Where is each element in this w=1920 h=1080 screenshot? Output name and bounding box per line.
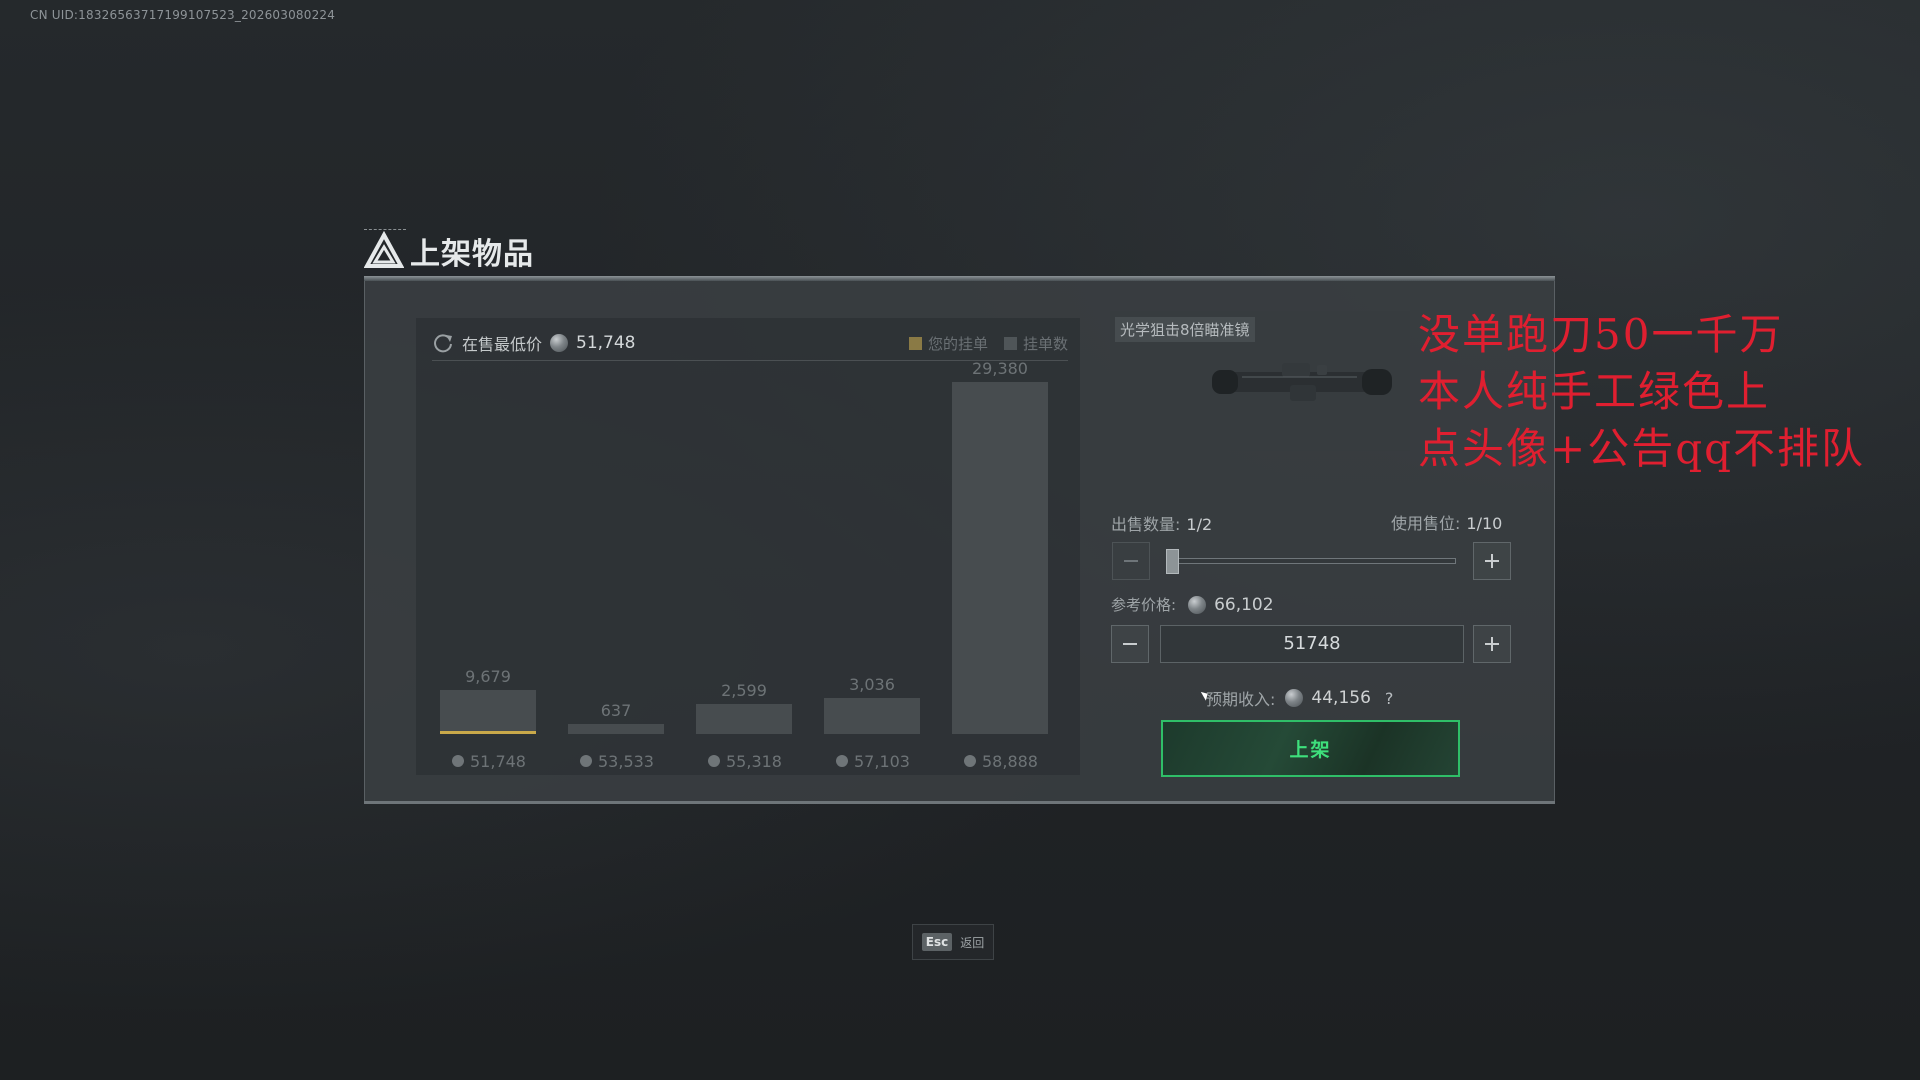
scope-image (1212, 363, 1392, 401)
minus-icon (1124, 560, 1138, 562)
chart-tick-label-3: 55,318 (726, 752, 782, 771)
ad-line-1: 没单跑刀50一千万 (1418, 310, 1784, 359)
back-button[interactable]: Esc 返回 (912, 924, 994, 960)
quantity-label: 出售数量: (1111, 515, 1181, 534)
price-distribution-chart: 9,679 51,748 637 53,533 2,599 55,318 3,036 57,1… (440, 362, 1048, 771)
chart-bar-1 (440, 690, 536, 734)
dialog-title: 上架物品 (410, 237, 534, 272)
expected-income-label: 预期收入: (1206, 690, 1276, 709)
chart-data-label-3: 2,599 (721, 681, 767, 700)
lowest-price-label: 在售最低价 (462, 335, 543, 354)
legend-item-count: 挂单数 (1003, 333, 1068, 354)
chart-data-label-4: 3,036 (849, 675, 895, 694)
list-item-button[interactable]: 上架 (1161, 720, 1460, 777)
quantity-increase-button[interactable] (1473, 542, 1511, 580)
coin-icon (550, 334, 569, 352)
slots-value: 1/10 (1466, 514, 1503, 533)
price-decrease-button[interactable] (1111, 625, 1149, 663)
coin-icon (580, 755, 592, 767)
reference-price-label: 参考价格: (1111, 596, 1177, 614)
list-item-button-label: 上架 (1289, 739, 1332, 761)
chart-divider (432, 360, 1068, 361)
chart-bar-4 (824, 698, 920, 734)
quantity-slider[interactable] (1168, 558, 1456, 564)
quantity-row: 出售数量: 1/2 (1111, 511, 1212, 535)
chart-tick-label-1: 51,748 (470, 752, 526, 771)
esc-key-icon: Esc (921, 933, 953, 951)
lowest-price-value: 51,748 (576, 333, 636, 353)
chart-bar-5 (952, 382, 1048, 734)
plus-icon (1485, 554, 1499, 568)
slots-label: 使用售位: (1391, 514, 1461, 533)
help-icon[interactable]: ? (1385, 689, 1394, 708)
chart-data-label-5: 29,380 (972, 362, 1028, 378)
my-listing-marker (440, 731, 536, 734)
dialog-bottom-bar (364, 801, 1555, 804)
ad-line-2: 本人纯手工绿色上 (1418, 367, 1771, 416)
coin-icon (964, 755, 976, 767)
quantity-slider-handle[interactable] (1166, 549, 1179, 574)
legend-swatch-mine (908, 336, 922, 350)
chart-tick-label-5: 58,888 (982, 752, 1038, 771)
chart-data-label-2: 637 (601, 701, 632, 720)
game-screen: CN UID:18326563717199107523_202603080224… (0, 0, 1920, 1080)
coin-icon (836, 755, 848, 767)
delta-logo-icon (364, 231, 404, 268)
coin-icon (452, 755, 464, 767)
coin-icon (708, 755, 720, 767)
item-name: 光学狙击8倍瞄准镜 (1115, 317, 1255, 342)
coin-icon (1285, 689, 1304, 707)
legend-label-mine: 您的挂单 (927, 334, 988, 353)
expected-income-row: 预期收入: 44,156 ? (1206, 686, 1393, 710)
coin-icon (1188, 595, 1207, 614)
plus-icon (1485, 637, 1499, 651)
chart-bar-3 (696, 704, 792, 734)
ad-line-3: 点头像+公告qq不排队 (1418, 424, 1865, 473)
chart-bar-2 (568, 724, 664, 734)
quantity-value: 1/2 (1186, 515, 1213, 534)
quantity-decrease-button[interactable] (1112, 542, 1150, 580)
chart-tick-label-4: 57,103 (854, 752, 910, 771)
slots-row: 使用售位: 1/10 (1391, 510, 1502, 534)
reference-price-row: 参考价格: 66,102 (1111, 594, 1274, 615)
reference-price-value: 66,102 (1214, 594, 1274, 615)
back-label: 返回 (960, 935, 985, 950)
chart-header: 在售最低价 51,748 您的挂单 挂单数 (432, 326, 1068, 360)
price-increase-button[interactable] (1473, 625, 1511, 663)
minus-icon (1123, 643, 1137, 645)
dialog-header: 上架物品 (364, 228, 534, 274)
chart-tick-label-2: 53,533 (598, 752, 654, 771)
refresh-icon[interactable] (432, 332, 454, 354)
expected-income-value: 44,156 (1311, 688, 1371, 708)
uid-watermark: CN UID:18326563717199107523_202603080224 (30, 8, 336, 22)
legend-swatch-count (1003, 336, 1017, 350)
legend-label-count: 挂单数 (1022, 334, 1068, 353)
chart-legend: 您的挂单 挂单数 (908, 333, 1068, 354)
chart-data-label-1: 9,679 (465, 667, 511, 686)
legend-item-mine: 您的挂单 (908, 333, 988, 354)
price-input[interactable]: 51748 (1160, 625, 1464, 663)
ad-overlay-text: 没单跑刀50一千万 本人纯手工绿色上 点头像+公告qq不排队 (1418, 306, 1865, 477)
